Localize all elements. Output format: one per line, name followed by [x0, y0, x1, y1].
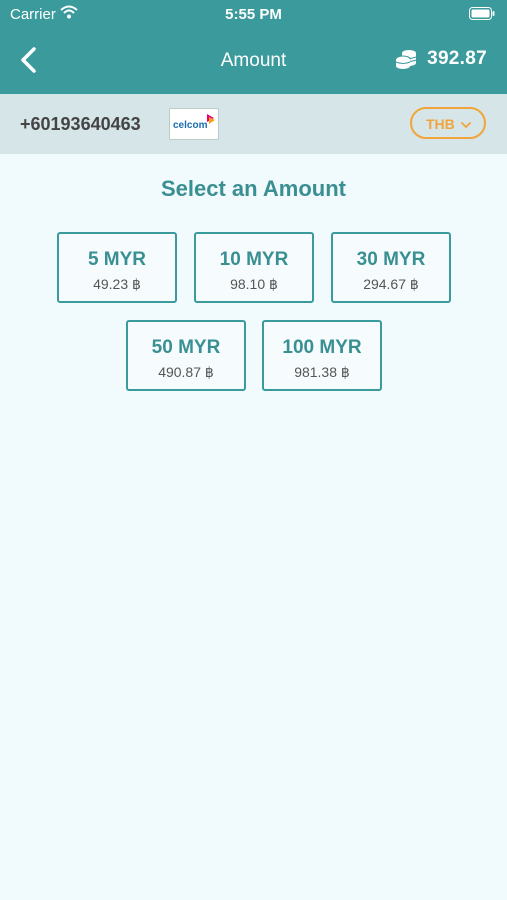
amount-option-50[interactable]: 50 MYR 490.87 ฿: [126, 320, 246, 391]
converted-amount: 981.38 ฿: [294, 364, 350, 380]
navigation-bar: Amount 392.87: [0, 28, 507, 94]
app-header: Carrier 5:55 PM Amount 392.87: [0, 0, 507, 94]
wallet-balance: 392.87: [395, 48, 487, 70]
operator-logo: celcom: [169, 108, 219, 140]
amount-label: 5 MYR: [87, 249, 147, 270]
status-time: 5:55 PM: [225, 6, 282, 23]
amount-label: 30 MYR: [356, 249, 426, 270]
balance-amount: 392.87: [427, 48, 487, 69]
battery-icon: [469, 7, 495, 25]
status-bar: Carrier 5:55 PM: [0, 0, 507, 28]
phone-number: +60193640463: [20, 114, 141, 134]
chevron-down-icon: [460, 117, 472, 133]
amount-label: 10 MYR: [219, 249, 289, 270]
converted-amount: 294.67 ฿: [363, 276, 419, 292]
amount-label: 50 MYR: [151, 337, 221, 358]
recipient-bar: +60193640463 celcom THB: [0, 94, 507, 154]
amount-option-30[interactable]: 30 MYR 294.67 ฿: [331, 232, 451, 303]
amount-option-100[interactable]: 100 MYR 981.38 ฿: [262, 320, 382, 391]
converted-amount: 98.10 ฿: [230, 276, 278, 292]
coins-icon: [395, 48, 417, 70]
operator-logo-text: celcom: [173, 120, 208, 131]
amount-option-10[interactable]: 10 MYR 98.10 ฿: [194, 232, 314, 303]
converted-amount: 49.23 ฿: [93, 276, 141, 292]
amount-label: 100 MYR: [282, 337, 362, 358]
amount-option-5[interactable]: 5 MYR 49.23 ฿: [57, 232, 177, 303]
operator-logo-mark: [206, 112, 216, 130]
currency-selector[interactable]: THB: [410, 107, 486, 139]
section-title: Select an Amount: [161, 176, 346, 201]
converted-amount: 490.87 ฿: [158, 364, 214, 380]
currency-label: THB: [426, 116, 455, 132]
